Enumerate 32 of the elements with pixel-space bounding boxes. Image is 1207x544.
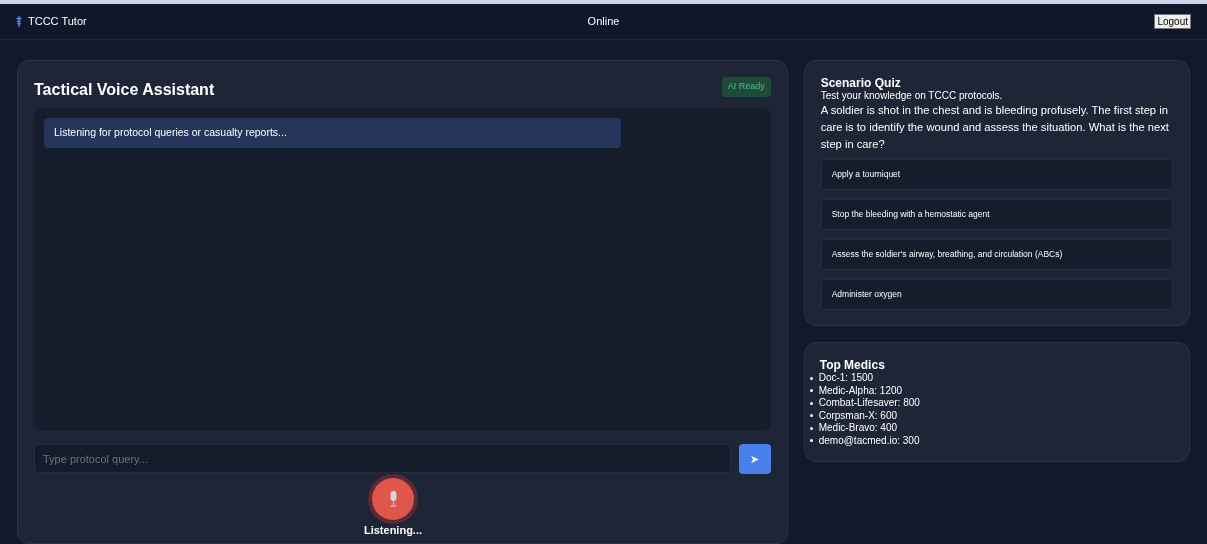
leaderboard-entry: Corpsman-X: 600 [818,409,898,422]
listening-label: Listening... [363,524,423,537]
card-title: Tactical Voice Assistant [34,80,215,100]
leaderboard-entry: Medic-Alpha: 1200 [818,384,903,397]
microphone-icon [388,491,398,507]
caduceus-icon [16,16,22,27]
logout-button[interactable]: Logout [1154,14,1191,29]
bullet-icon [809,389,813,393]
chat-message: Listening for protocol queries or casualty reports... [44,118,621,148]
answer-option[interactable]: Apply a tourniquet [820,159,1173,190]
quiz-subtitle: Test your knowledge on TCCC protocols. [820,90,1004,102]
answer-option[interactable]: Administer oxygen [820,279,1173,310]
card-title: Top Medics [819,358,886,372]
leaderboard-entry: Medic-Bravo: 400 [818,422,898,435]
query-input[interactable]: Type protocol query... [34,444,731,473]
bullet-icon [809,376,813,380]
bullet-icon [809,439,813,443]
connection-status: Online [587,14,620,30]
bullet-icon [809,401,813,405]
bullet-icon [809,426,813,430]
answer-option[interactable]: Assess the soldier's airway, breathing, and circulation (ABCs) [820,239,1173,270]
leaderboard-entry: demo@tacmed.io: 300 [818,434,920,447]
quiz-question: A soldier is shot in the chest and is bleeding profusely. The first step in care is to identify the wound and assess the situation. What is the next step in care? [820,103,1170,152]
mic-button[interactable] [368,474,418,524]
leaderboard-entry: Combat-Lifesaver: 800 [818,397,920,410]
answer-option[interactable]: Stop the bleeding with a hemostatic agent [820,199,1173,230]
status-badge: AI Ready [721,77,771,97]
leaderboard-entry: Doc-1: 1500 [818,372,874,385]
bullet-icon [809,414,813,418]
card-title: Scenario Quiz [820,76,902,90]
send-button[interactable]: ➤ [738,444,771,474]
app-title: TCCC Tutor [28,14,87,30]
